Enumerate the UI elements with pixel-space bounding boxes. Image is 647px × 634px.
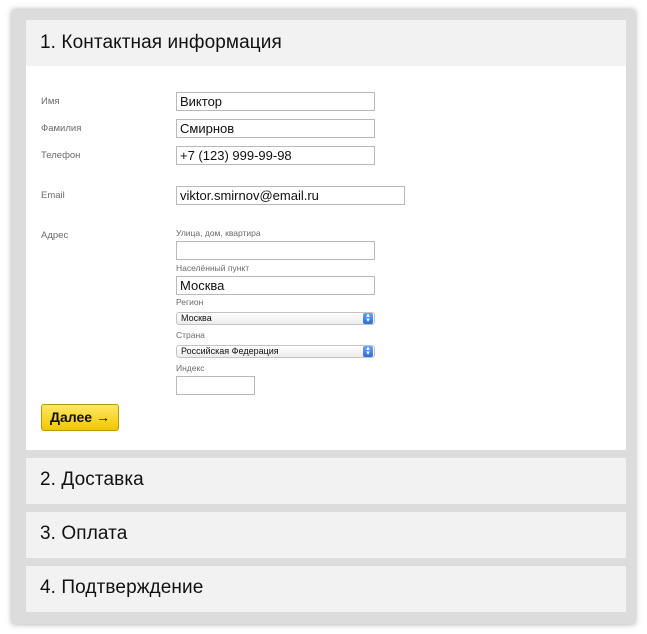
- street-input[interactable]: [176, 241, 375, 260]
- country-select-value: Российская Федерация: [181, 346, 279, 356]
- phone-input[interactable]: +7 (123) 999-99-98: [176, 146, 375, 165]
- address-label: Адрес: [41, 230, 69, 241]
- select-arrows-icon: ▴ ▾: [363, 345, 373, 357]
- country-label: Страна: [176, 330, 205, 340]
- section-title-delivery[interactable]: 2. Доставка: [40, 469, 144, 491]
- city-input[interactable]: Москва: [176, 276, 375, 295]
- country-select[interactable]: Российская Федерация ▴ ▾: [176, 345, 375, 358]
- last-name-input[interactable]: Смирнов: [176, 119, 375, 138]
- phone-label: Телефон: [41, 150, 81, 161]
- section-title-confirmation[interactable]: 4. Подтверждение: [40, 577, 203, 599]
- zip-label: Индекс: [176, 363, 205, 373]
- street-label: Улица, дом, квартира: [176, 228, 261, 238]
- region-label: Регион: [176, 297, 204, 307]
- checkout-frame: 1. Контактная информация Имя Виктор Фами…: [12, 10, 635, 624]
- email-label: Email: [41, 190, 65, 201]
- region-select[interactable]: Москва ▴ ▾: [176, 312, 375, 325]
- section-confirmation[interactable]: 4. Подтверждение: [26, 566, 626, 612]
- first-name-input[interactable]: Виктор: [176, 92, 375, 111]
- first-name-label: Имя: [41, 96, 60, 107]
- last-name-label: Фамилия: [41, 123, 82, 134]
- zip-input[interactable]: [176, 376, 255, 395]
- city-label: Населённый пункт: [176, 263, 250, 273]
- section-delivery[interactable]: 2. Доставка: [26, 458, 626, 504]
- select-arrows-icon: ▴ ▾: [363, 312, 373, 324]
- region-select-value: Москва: [181, 313, 212, 323]
- next-button[interactable]: Далее →: [41, 404, 119, 431]
- section-payment[interactable]: 3. Оплата: [26, 512, 626, 558]
- email-input[interactable]: viktor.smirnov@email.ru: [176, 186, 405, 205]
- contact-form: Имя Виктор Фамилия Смирнов Телефон +7 (1…: [26, 66, 626, 450]
- section-title-contact[interactable]: 1. Контактная информация: [40, 32, 282, 54]
- section-contact-info: 1. Контактная информация Имя Виктор Фами…: [26, 20, 626, 450]
- section-title-payment[interactable]: 3. Оплата: [40, 523, 127, 545]
